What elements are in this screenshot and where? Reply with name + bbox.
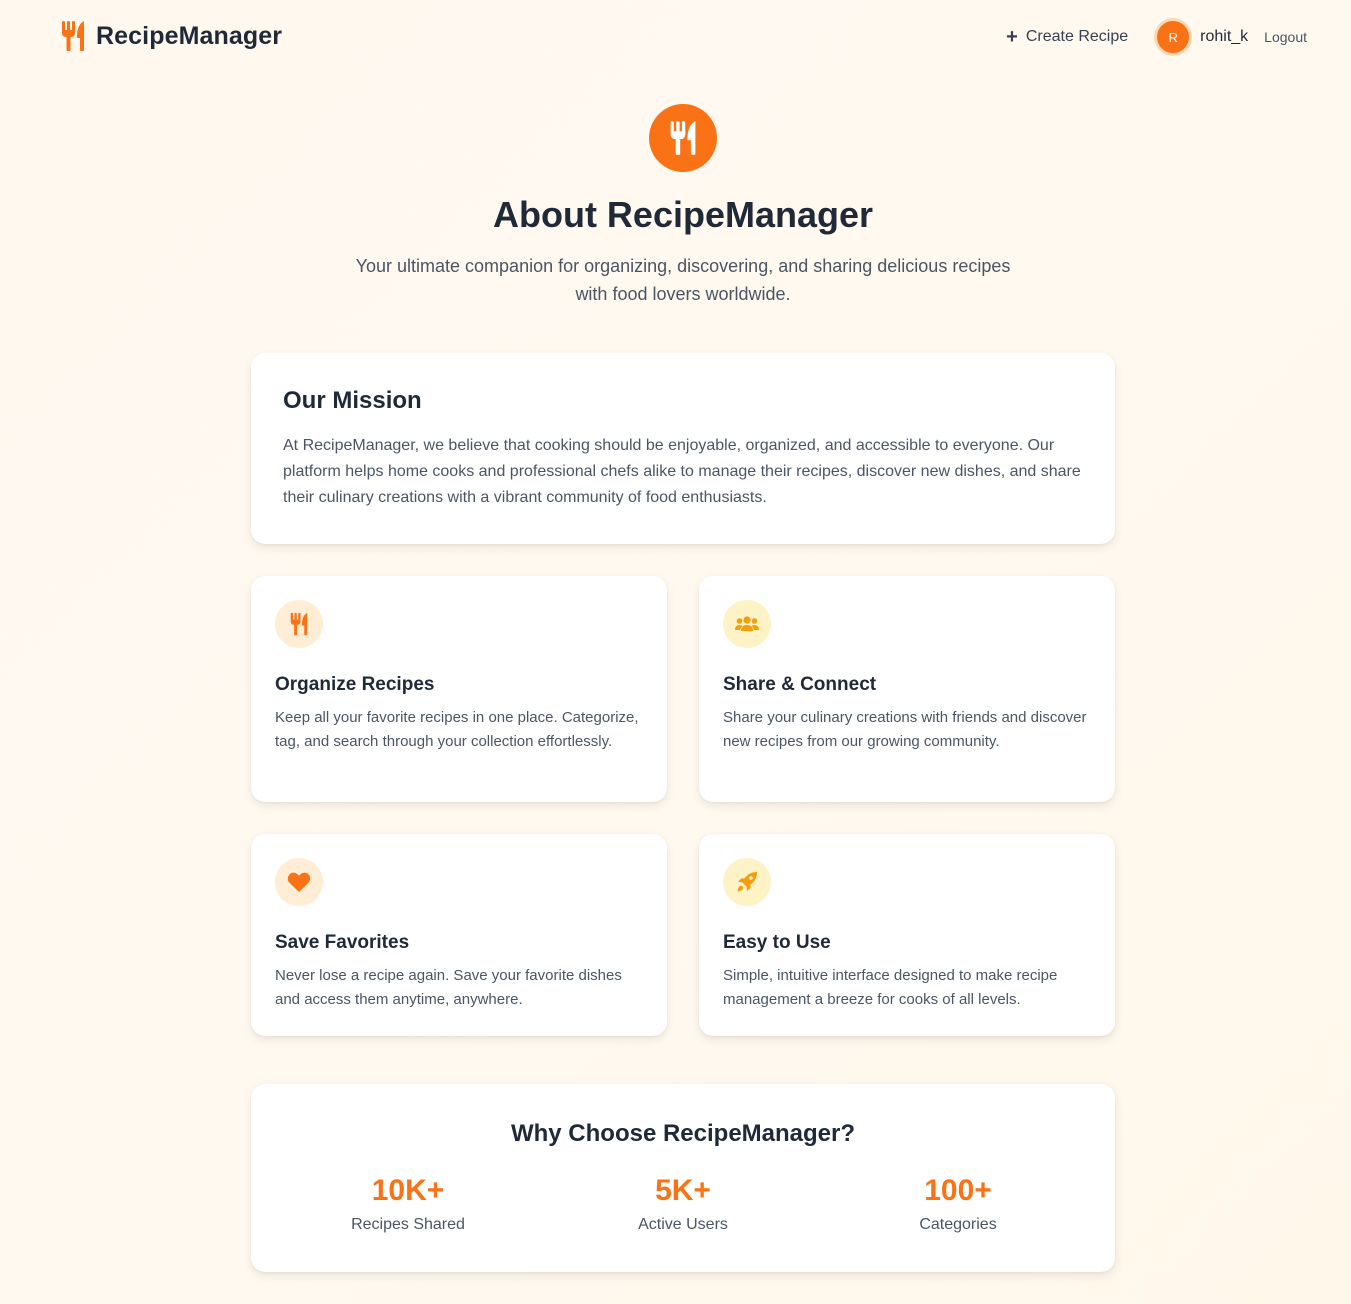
mission-body: At RecipeManager, we believe that cookin… — [283, 437, 1081, 506]
feature-body: Share your culinary creations with frien… — [723, 709, 1087, 750]
feature-icon-badge — [723, 600, 771, 648]
stat-value: 100+ — [924, 1174, 992, 1207]
hero-utensils-badge — [649, 104, 717, 172]
feature-card-organize: Organize Recipes Keep all your favorite … — [251, 576, 667, 802]
feature-title: Easy to Use — [723, 932, 831, 953]
create-recipe-button[interactable]: + Create Recipe — [1006, 27, 1128, 47]
utensils-icon — [670, 121, 696, 155]
user-nav: + Create Recipe R rohit_k Logout — [1006, 16, 1307, 58]
stat-label: Active Users — [638, 1216, 728, 1233]
feature-title: Organize Recipes — [275, 674, 435, 695]
feature-card-share: Share & Connect Share your culinary crea… — [699, 576, 1115, 802]
feature-body: Keep all your favorite recipes in one pl… — [275, 709, 639, 750]
utensils-icon — [290, 612, 308, 636]
stat-value: 5K+ — [655, 1174, 711, 1207]
feature-card-favorites: Save Favorites Never lose a recipe again… — [251, 834, 667, 1036]
brand-name: RecipeManager — [96, 21, 283, 50]
users-icon — [735, 616, 759, 631]
logout-button[interactable]: Logout — [1264, 29, 1307, 45]
feature-card-easy: Easy to Use Simple, intuitive interface … — [699, 834, 1115, 1036]
feature-icon-badge — [275, 858, 323, 906]
why-choose-card: Why Choose RecipeManager? 10K+ Recipes S… — [251, 1084, 1115, 1272]
feature-icon-badge — [275, 600, 323, 648]
brand-logo-link[interactable]: RecipeManager — [60, 20, 282, 52]
stat-label: Recipes Shared — [351, 1216, 465, 1233]
username[interactable]: rohit_k — [1200, 28, 1248, 46]
feature-icon-badge — [723, 858, 771, 906]
create-recipe-label: Create Recipe — [1025, 28, 1129, 45]
page-title: About RecipeManager — [492, 194, 874, 235]
stat-value: 10K+ — [371, 1174, 445, 1207]
page-subtitle: Your ultimate companion for organizing, … — [355, 256, 1011, 304]
mission-title: Our Mission — [283, 387, 422, 414]
feature-title: Save Favorites — [275, 932, 410, 953]
heart-icon — [287, 872, 311, 892]
feature-body: Simple, intuitive interface designed to … — [723, 967, 1058, 1008]
avatar[interactable]: R — [1154, 18, 1193, 56]
feature-title: Share & Connect — [723, 674, 877, 695]
why-title: Why Choose RecipeManager? — [510, 1120, 856, 1147]
feature-body: Never lose a recipe again. Save your fav… — [275, 967, 622, 1008]
rocket-icon — [737, 872, 757, 892]
stat-users: 5K+ Active Users — [558, 1174, 808, 1234]
stat-recipes: 10K+ Recipes Shared — [283, 1174, 533, 1234]
top-nav: RecipeManager + Create Recipe R rohit_k … — [0, 0, 1351, 74]
mission-card: Our Mission At RecipeManager, we believe… — [251, 353, 1115, 544]
stat-categories: 100+ Categories — [833, 1174, 1083, 1234]
stat-label: Categories — [919, 1216, 997, 1233]
utensils-icon — [62, 21, 84, 51]
plus-icon: + — [1006, 26, 1018, 48]
